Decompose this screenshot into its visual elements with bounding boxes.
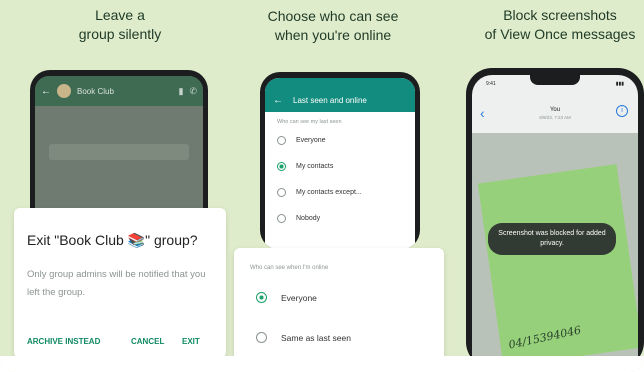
phone-call-icon[interactable]: ✆ — [189, 86, 197, 97]
view-once-screen: 9:41 ▮▮▮ ‹ You 9/9/23, 7:23 AM i 04/1539… — [472, 75, 638, 368]
heading-online-visibility: Choose who can see when you're online — [267, 8, 399, 43]
option-label: My contacts except... — [296, 188, 362, 196]
option-nobody[interactable]: Nobody — [265, 205, 415, 231]
back-arrow-icon[interactable]: ← — [273, 95, 283, 106]
option-label: Same as last seen — [281, 332, 351, 343]
group-avatar[interactable] — [57, 84, 71, 98]
chat-header: ← Book Club ▮ ✆ — [35, 76, 203, 106]
screen-title: Last seen and online — [293, 95, 367, 105]
contact-name: You — [549, 107, 561, 113]
cancel-button[interactable]: CANCEL — [131, 337, 164, 346]
exit-group-dialog: Exit "Book Club 📚" group? Only group adm… — [14, 208, 226, 358]
radio-card-same-as-last-seen[interactable] — [256, 332, 267, 343]
option-label: My contacts — [296, 162, 334, 170]
option-label: Nobody — [296, 214, 321, 222]
privacy-screen: ← Last seen and online Who can see my la… — [265, 78, 415, 250]
radio-card-everyone[interactable] — [256, 292, 267, 303]
option-everyone[interactable]: Everyone — [265, 127, 415, 153]
phone-last-seen: ← Last seen and online Who can see my la… — [260, 72, 420, 250]
option-my-contacts[interactable]: My contacts — [265, 153, 415, 179]
back-arrow-icon[interactable]: ← — [41, 86, 51, 97]
chat-title: Book Club — [77, 86, 114, 96]
dialog-title: Exit "Book Club 📚" group? — [27, 232, 198, 248]
video-call-icon[interactable]: ▮ — [179, 86, 184, 97]
card-title: Who can see when I'm online — [250, 265, 329, 271]
card-option-everyone[interactable]: Everyone — [256, 292, 317, 303]
info-icon[interactable]: i — [616, 105, 628, 117]
option-label: Everyone — [296, 136, 326, 144]
card-option-same-as-last-seen[interactable]: Same as last seen — [256, 332, 351, 343]
radio-my-contacts[interactable] — [277, 161, 286, 171]
privacy-header: ← Last seen and online — [265, 78, 415, 112]
bottom-strip — [0, 356, 644, 372]
photo-area: 04/15394046 Screenshot was blocked for a… — [472, 133, 638, 368]
status-time: 9:41 — [486, 81, 496, 87]
subheading: Who can see my last seen — [277, 119, 342, 125]
online-visibility-card: Who can see when I'm online Everyone Sam… — [234, 248, 444, 366]
contact-subtitle: 9/9/23, 7:23 AM — [539, 115, 571, 120]
radio-everyone[interactable] — [277, 135, 286, 145]
heading-block-screenshots: Block screenshots of View Once messages — [484, 7, 636, 42]
heading-leave-group: Leave a group silently — [78, 7, 162, 42]
phone-view-once: 9:41 ▮▮▮ ‹ You 9/9/23, 7:23 AM i 04/1539… — [466, 68, 644, 368]
exit-button[interactable]: EXIT — [182, 337, 200, 346]
option-my-contacts-except[interactable]: My contacts except... — [265, 179, 415, 205]
promo-banner: Leave a group silently Choose who can se… — [0, 0, 644, 372]
radio-my-contacts-except[interactable] — [277, 187, 286, 197]
signal-icon: ▮▮▮ — [615, 81, 624, 87]
system-message — [49, 144, 189, 160]
radio-nobody[interactable] — [277, 213, 286, 223]
screenshot-blocked-toast: Screenshot was blocked for added privacy… — [488, 223, 616, 255]
option-label: Everyone — [281, 292, 317, 303]
notch — [530, 75, 580, 85]
dialog-body: Only group admins will be notified that … — [27, 269, 206, 298]
archive-instead-button[interactable]: ARCHIVE INSTEAD — [27, 337, 100, 346]
